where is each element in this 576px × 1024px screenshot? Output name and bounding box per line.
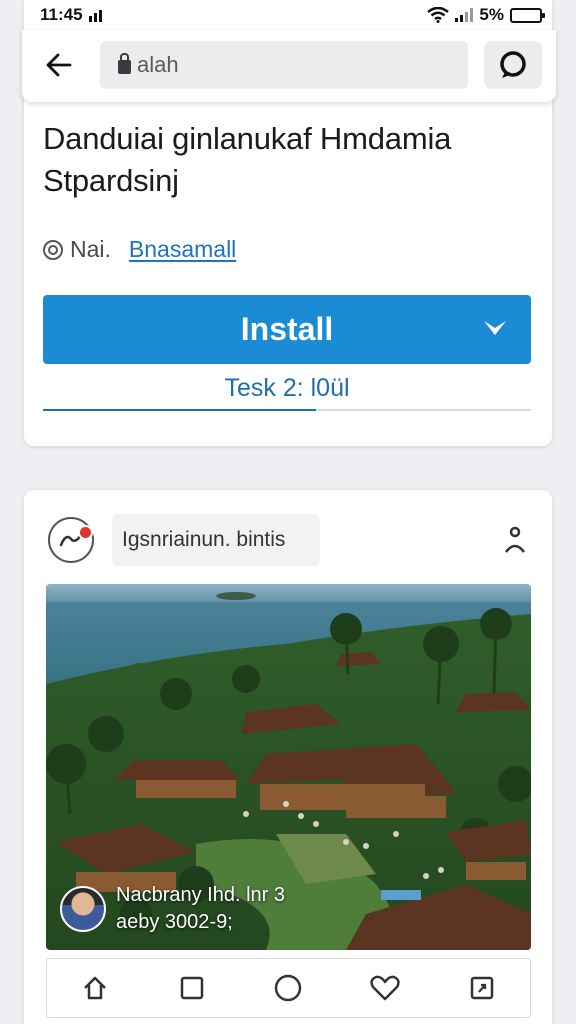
nav-circle-button[interactable] [266, 966, 310, 1010]
meta-prefix: Nai. [70, 236, 111, 262]
caption-text: Nacbrany Ihd. lnr 3 aeby 3002-9; [116, 882, 285, 936]
caption-line-1: Nacbrany Ihd. lnr 3 [116, 884, 285, 906]
status-time: 11:45 [40, 5, 83, 24]
home-icon [84, 976, 107, 1000]
post-card: Igsnriainun. bintis Nacbrany Ihd. lnr 3 … [24, 490, 552, 1024]
meta-link[interactable]: Bnasamall [129, 236, 236, 263]
article-meta: Nai. Bnasamall [42, 236, 236, 263]
circle-icon [275, 974, 302, 1002]
progress-fill [43, 409, 317, 411]
battery-icon [510, 7, 545, 23]
post-header: Igsnriainun. bintis [48, 508, 528, 570]
lock-icon [118, 53, 131, 74]
chevron-down-icon [484, 321, 506, 335]
nav-square-button[interactable] [170, 966, 214, 1010]
chat-icon [500, 51, 526, 78]
profile-button[interactable] [48, 517, 94, 563]
status-bar: 11:45 5% [0, 0, 576, 30]
nav-heart-button[interactable] [363, 966, 407, 1010]
square-icon [180, 976, 204, 1000]
notification-dot [78, 525, 93, 540]
page-title: Danduiai ginlanukaf Hmdamia Stpardsinj [43, 121, 452, 198]
url-text: alah [137, 52, 179, 77]
cellular-icon [455, 8, 474, 22]
install-button[interactable]: Install [43, 295, 531, 364]
caption-avatar[interactable] [60, 886, 106, 932]
post-username[interactable]: Igsnriainun. bintis [112, 514, 320, 566]
nav-home-button[interactable] [73, 966, 117, 1010]
install-label: Install [240, 311, 334, 347]
caption-line-2: aeby 3002-9; [116, 911, 233, 933]
person-icon[interactable] [502, 524, 528, 556]
signal-icon [88, 8, 102, 22]
progress-label: Tesk 2: l0ül [224, 374, 350, 402]
progress-bar [43, 409, 531, 411]
nav-share-button[interactable] [460, 966, 504, 1010]
post-image[interactable]: Nacbrany Ihd. lnr 3 aeby 3002-9; [46, 584, 531, 950]
arrow-left-icon [46, 53, 72, 77]
chat-button[interactable] [484, 41, 542, 89]
browser-toolbar: alah [22, 30, 556, 102]
share-icon [470, 976, 493, 1000]
heart-icon [370, 975, 400, 1001]
bottom-nav [46, 958, 531, 1018]
image-caption: Nacbrany Ihd. lnr 3 aeby 3002-9; [60, 882, 285, 936]
address-bar[interactable]: alah [100, 41, 468, 89]
back-button[interactable] [44, 50, 74, 80]
battery-percent: 5% [479, 5, 504, 24]
wifi-icon [427, 7, 450, 23]
globe-icon [43, 239, 63, 260]
